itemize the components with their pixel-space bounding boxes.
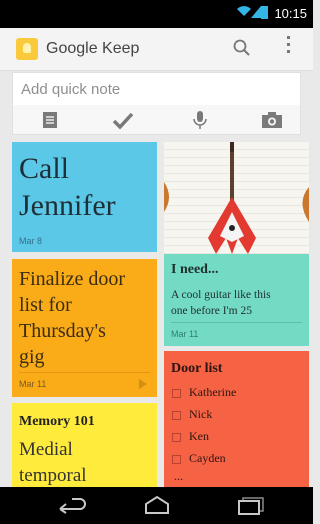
note-text: A cool guitar like this one before I'm 2… xyxy=(171,287,307,319)
checklist-item[interactable]: Nick xyxy=(172,407,212,422)
checklist-item[interactable]: Cayden xyxy=(172,451,226,466)
navigation-bar xyxy=(0,487,313,524)
checklist-item[interactable]: Ken xyxy=(172,429,209,444)
note-card-finalize-door-list[interactable]: Finalize door list for Thursday's gig Ma… xyxy=(12,259,157,397)
keep-logo-icon xyxy=(16,38,38,60)
note-card-guitar[interactable]: I need... A cool guitar like this one be… xyxy=(164,142,309,346)
checklist-item-label: Ken xyxy=(189,429,209,443)
home-icon[interactable] xyxy=(144,495,170,515)
note-line: Call xyxy=(19,152,69,185)
overflow-menu-icon[interactable] xyxy=(286,36,292,57)
note-line: one before I'm 25 xyxy=(171,305,252,317)
note-date: Mar 11 xyxy=(19,379,47,389)
note-line: temporal xyxy=(19,465,87,486)
list-icon[interactable] xyxy=(37,110,63,130)
status-bar: 10:15 xyxy=(0,0,313,28)
quick-note-toolbar xyxy=(12,105,301,135)
checklist-item-label: Katherine xyxy=(189,385,237,399)
note-line: gig xyxy=(19,346,45,368)
signal-icon xyxy=(251,6,261,18)
checklist-item[interactable]: Katherine xyxy=(172,385,236,400)
note-line: Medial xyxy=(19,439,73,460)
note-line: Finalize door xyxy=(19,268,126,290)
checkbox[interactable] xyxy=(172,388,181,398)
note-date: Mar 8 xyxy=(19,236,43,246)
note-text: Finalize door list for Thursday's gig xyxy=(19,266,125,370)
divider xyxy=(19,372,150,373)
clock: 10:15 xyxy=(274,6,307,21)
note-text: Call Jennifer xyxy=(19,150,116,224)
note-line: Thursday's xyxy=(19,320,106,342)
divider xyxy=(171,322,302,323)
note-date: Mar 11 xyxy=(171,329,199,339)
camera-icon[interactable] xyxy=(259,110,285,130)
checkbox[interactable] xyxy=(172,432,181,442)
checkbox[interactable] xyxy=(172,410,181,420)
note-text: Medial temporal xyxy=(19,437,87,487)
note-title: Door list xyxy=(171,361,223,376)
note-line: A cool guitar like this xyxy=(171,289,271,301)
play-icon[interactable] xyxy=(139,379,147,389)
quick-note-field[interactable] xyxy=(12,72,316,106)
app-title: Google Keep xyxy=(46,40,140,57)
checkbox[interactable] xyxy=(172,454,181,464)
recent-apps-icon[interactable] xyxy=(237,497,265,515)
back-icon[interactable] xyxy=(58,498,90,514)
quick-note-input[interactable] xyxy=(13,73,316,105)
checklist-item-label: Nick xyxy=(189,407,213,421)
guitar-photo xyxy=(164,142,309,254)
note-title: I need... xyxy=(171,262,219,277)
wifi-icon xyxy=(237,6,251,16)
app-bar: Google Keep xyxy=(0,28,313,71)
note-card-call-jennifer[interactable]: Call Jennifer Mar 8 xyxy=(12,142,157,252)
checkmark-icon[interactable] xyxy=(110,110,136,130)
battery-icon xyxy=(261,6,268,19)
microphone-icon[interactable] xyxy=(187,110,213,130)
note-line: Jennifer xyxy=(19,189,116,222)
note-card-memory-101[interactable]: Memory 101 Medial temporal xyxy=(12,403,157,487)
checklist-item-label: Cayden xyxy=(189,451,226,465)
note-title: Memory 101 xyxy=(19,414,95,429)
note-line: list for xyxy=(19,294,72,316)
search-icon[interactable] xyxy=(232,38,252,58)
more-indicator: ... xyxy=(174,469,183,483)
note-card-door-list[interactable]: Door list Katherine Nick Ken Cayden ... xyxy=(164,351,309,487)
